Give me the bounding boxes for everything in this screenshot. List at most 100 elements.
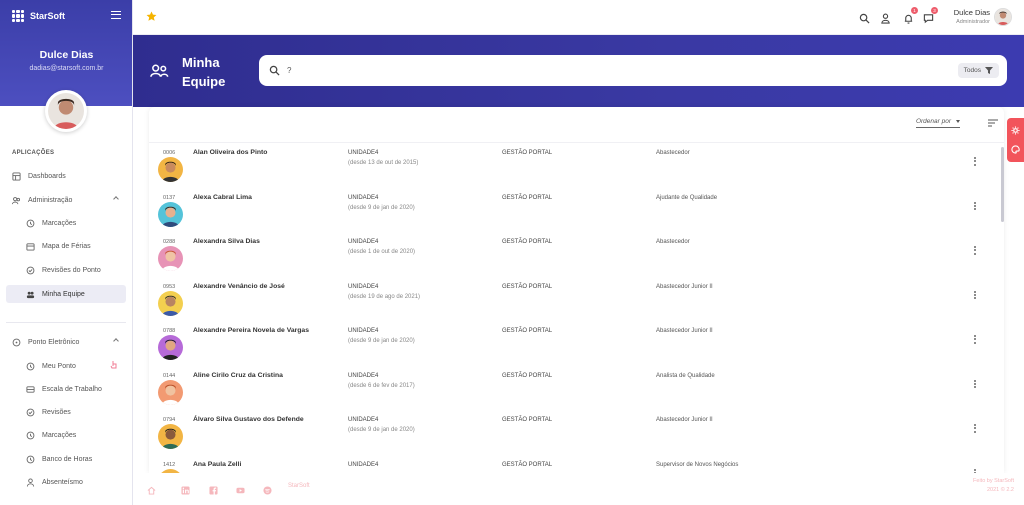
employee-name[interactable]: Álvaro Silva Gustavo dos Defende <box>193 416 304 423</box>
employee-name[interactable]: Aline Cirilo Cruz da Cristina <box>193 372 283 379</box>
sidebar-avatar[interactable] <box>45 90 87 132</box>
notification-bell-icon[interactable]: 1 <box>903 7 918 24</box>
spotify-icon[interactable] <box>263 482 272 495</box>
employee-since: (desde 6 de fev de 2017) <box>348 382 415 389</box>
table-row[interactable]: 0137 Alexa Cabral Lima UNIDADE4 (desde 9… <box>149 190 999 234</box>
sidebar-item-banco-de-horas[interactable]: Banco de Horas <box>6 450 126 468</box>
employee-name[interactable]: Alexandra Silva Dias <box>193 238 260 245</box>
employee-since: (desde 13 de out de 2015) <box>348 160 419 166</box>
sort-controls: Ordenar por <box>804 107 1004 142</box>
chevron-up-icon[interactable] <box>113 338 119 344</box>
pointer-hand-icon <box>110 361 117 369</box>
sidebar-item-escala-de-trabalho[interactable]: Escala de Trabalho <box>6 380 126 398</box>
employee-name[interactable]: Alexandre Pereira Novela de Vargas <box>193 327 309 334</box>
clock-icon <box>26 219 35 228</box>
sort-order-icon[interactable] <box>988 119 998 127</box>
search-input[interactable] <box>287 63 887 78</box>
employee-name[interactable]: Alexandre Venâncio de José <box>193 283 285 290</box>
favorite-star-icon[interactable] <box>146 11 157 22</box>
sort-dropdown[interactable]: Ordenar por <box>915 118 961 128</box>
employee-avatar[interactable] <box>158 290 183 316</box>
sidebar-item-minha-equipe[interactable]: Minha Equipe <box>6 285 126 303</box>
sidebar-item-ponto-eletronico[interactable]: Ponto Eletrônico <box>6 333 126 351</box>
team-icon <box>150 64 169 77</box>
sidebar-item-dashboards[interactable]: Dashboards <box>6 167 126 185</box>
table-row[interactable]: 0006 Alan Oliveira dos Pinto UNIDADE4 (d… <box>149 145 999 189</box>
search-icon[interactable] <box>269 65 280 76</box>
sidebar-item-meu-ponto[interactable]: Meu Ponto <box>6 357 126 375</box>
table-row[interactable]: 0144 Aline Cirilo Cruz da Cristina UNIDA… <box>149 368 999 412</box>
employee-code: 0006 <box>163 150 176 156</box>
sidebar-item-label: Meu Ponto <box>42 362 76 370</box>
employee-avatar[interactable] <box>158 246 183 271</box>
youtube-icon[interactable] <box>236 482 245 494</box>
message-icon[interactable]: 3 <box>923 7 938 24</box>
sidebar-item-label: Administração <box>28 196 73 204</box>
sidebar-item-administracao[interactable]: Administração <box>6 191 126 209</box>
employee-role: Abastecedor Junior II <box>656 328 713 334</box>
sidebar-item-revisoes-do-ponto[interactable]: Revisões do Ponto <box>6 261 126 279</box>
message-badge: 3 <box>931 7 938 14</box>
topbar-avatar[interactable] <box>994 8 1012 26</box>
employee-avatar[interactable] <box>158 157 183 182</box>
sidebar-item-absenteismo[interactable]: Absenteísmo <box>6 473 126 491</box>
more-options-icon[interactable] <box>971 245 979 257</box>
list-scrollbar[interactable] <box>1001 147 1004 222</box>
employee-since: (desde 9 de jan de 2020) <box>348 338 415 344</box>
dashboard-icon <box>12 171 21 181</box>
filter-dropdown[interactable]: Todos <box>957 63 999 78</box>
employee-unit: UNIDADE4 <box>348 194 379 201</box>
employee-department: GESTÃO PORTAL <box>502 150 553 156</box>
chevron-up-icon[interactable] <box>113 196 119 202</box>
table-row[interactable]: 0953 Alexandre Venâncio de José UNIDADE4… <box>149 279 999 323</box>
footer-credit-line: Feito by StarSoft <box>973 478 1014 484</box>
employee-avatar[interactable] <box>158 424 183 449</box>
sidebar-item-label: Absenteísmo <box>42 478 83 486</box>
employee-department: GESTÃO PORTAL <box>502 372 553 379</box>
employee-avatar[interactable] <box>158 379 183 405</box>
home-icon[interactable] <box>147 482 156 495</box>
facebook-icon[interactable] <box>209 482 218 495</box>
table-row[interactable]: 1412 Ana Paula Zelli UNIDADE4 GESTÃO POR… <box>149 457 999 473</box>
sidebar-item-revisoes[interactable]: Revisões <box>6 403 126 421</box>
gear-icon[interactable] <box>1011 126 1020 135</box>
employee-avatar[interactable] <box>158 201 183 227</box>
floating-tools-tab[interactable] <box>1007 118 1024 162</box>
more-options-icon[interactable] <box>971 334 979 346</box>
more-options-icon[interactable] <box>971 423 979 435</box>
employee-name[interactable]: Alan Oliveira dos Pinto <box>193 149 267 156</box>
employee-role: Analista de Qualidade <box>656 372 715 379</box>
sidebar-item-label: Revisões <box>42 408 71 416</box>
more-options-icon[interactable] <box>971 379 979 391</box>
more-options-icon[interactable] <box>971 156 979 168</box>
table-row[interactable]: 0788 Alexandre Pereira Novela de Vargas … <box>149 323 999 367</box>
table-row[interactable]: 0288 Alexandra Silva Dias UNIDADE4 (desd… <box>149 234 999 278</box>
employee-code: 0137 <box>163 194 176 201</box>
topbar-user[interactable]: Dulce Dias Administrador <box>954 8 990 25</box>
footer-brand[interactable]: StarSoft <box>288 483 310 489</box>
sidebar-item-marcacoes-2[interactable]: Marcações <box>6 426 126 444</box>
table-row[interactable]: 0794 Álvaro Silva Gustavo dos Defende UN… <box>149 412 999 456</box>
employee-code: 1412 <box>163 461 176 468</box>
grid-icon <box>26 385 35 394</box>
employee-name[interactable]: Alexa Cabral Lima <box>193 194 252 201</box>
sidebar-item-label: Minha Equipe <box>42 290 85 298</box>
menu-collapse-icon[interactable] <box>111 11 121 19</box>
brand-logo[interactable]: StarSoft <box>12 10 65 22</box>
employee-role: Abastecedor <box>656 150 690 156</box>
page-title: Minha Equipe <box>182 55 226 89</box>
more-options-icon[interactable] <box>971 201 979 213</box>
team-list-card: Ordenar por 0006 Alan Oliveira dos Pinto… <box>149 107 1004 473</box>
employee-avatar[interactable] <box>158 335 183 360</box>
search-icon[interactable] <box>859 11 870 24</box>
sidebar-item-mapa-de-ferias[interactable]: Mapa de Férias <box>6 237 126 255</box>
sidebar-item-marcacoes[interactable]: Marcações <box>6 214 126 232</box>
sidebar-item-label: Dashboards <box>28 172 66 180</box>
employee-name[interactable]: Ana Paula Zelli <box>193 461 241 468</box>
more-options-icon[interactable] <box>971 290 979 302</box>
linkedin-icon[interactable] <box>181 482 190 495</box>
brand-name: StarSoft <box>30 11 66 21</box>
palette-icon[interactable] <box>1011 145 1020 154</box>
user-icon[interactable] <box>880 11 891 24</box>
employee-unit: UNIDADE4 <box>348 417 379 423</box>
